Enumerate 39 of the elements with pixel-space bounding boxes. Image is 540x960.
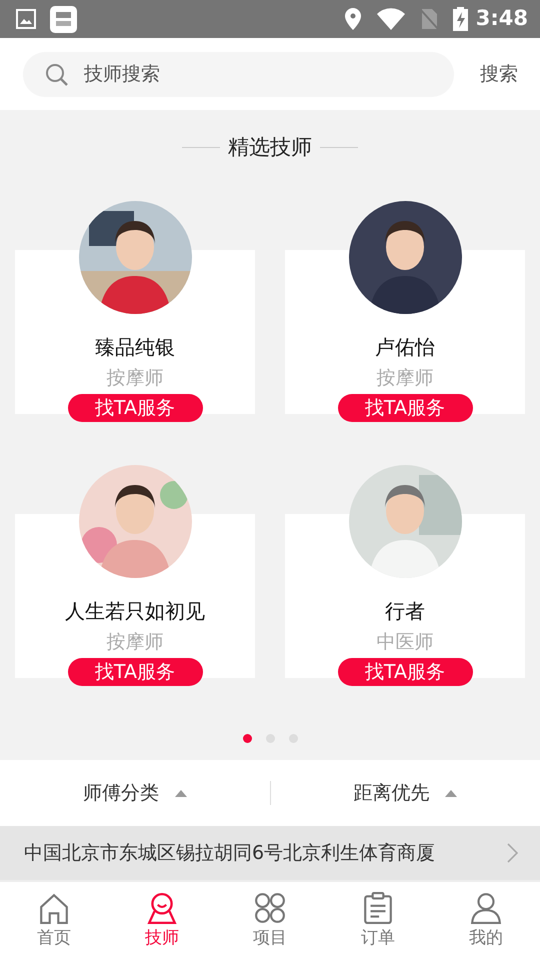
caret-up-icon	[174, 790, 187, 796]
technician-name: 臻品纯银	[95, 334, 175, 358]
caret-up-icon	[445, 790, 458, 796]
nav-tab[interactable]: 技师	[122, 892, 202, 948]
technician-role: 按摩师	[376, 366, 434, 390]
person-icon	[146, 892, 178, 924]
location-icon	[344, 8, 361, 30]
page-dot[interactable]	[242, 734, 252, 742]
technician-role: 中医师	[376, 630, 434, 654]
technician-role: 按摩师	[106, 366, 164, 390]
battery-charging-icon	[452, 7, 468, 31]
nav-tab[interactable]: 订单	[338, 892, 418, 948]
technician-name: 卢佑怡	[375, 334, 435, 358]
section-title: 精选技师	[228, 134, 312, 161]
clipboard-icon	[362, 892, 394, 924]
service-button[interactable]: 找TA服务	[338, 394, 472, 422]
nav-tab[interactable]: 我的	[446, 892, 526, 948]
service-button[interactable]: 找TA服务	[68, 658, 202, 686]
technician-name: 人生若只如初见	[65, 598, 205, 622]
user-icon	[470, 892, 502, 924]
filter-dropdown[interactable]: 距离优先	[353, 778, 430, 808]
clock-time: 3:48	[476, 5, 528, 32]
service-button[interactable]: 找TA服务	[338, 658, 472, 686]
app-icon	[50, 6, 77, 32]
filter-dropdown[interactable]: 师傅分类	[82, 778, 159, 808]
technician-role: 按摩师	[106, 630, 164, 654]
nav-tab[interactable]: 首页	[14, 892, 94, 948]
gallery-icon	[16, 9, 36, 29]
nav-tab[interactable]: 项目	[230, 892, 310, 948]
technician-name: 行者	[385, 598, 425, 622]
wifi-icon	[376, 8, 405, 30]
address-text: 中国北京市东城区锡拉胡同6号北京利生体育商厦	[24, 840, 436, 866]
home-icon	[38, 892, 70, 924]
search-field[interactable]: 技师搜索	[23, 52, 454, 96]
chevron-right-icon	[507, 843, 518, 863]
address-bar[interactable]: 中国北京市东城区锡拉胡同6号北京利生体育商厦	[0, 826, 540, 882]
service-button[interactable]: 找TA服务	[68, 394, 202, 422]
search-button[interactable]: 搜索	[480, 60, 518, 88]
grid-icon	[254, 892, 286, 924]
